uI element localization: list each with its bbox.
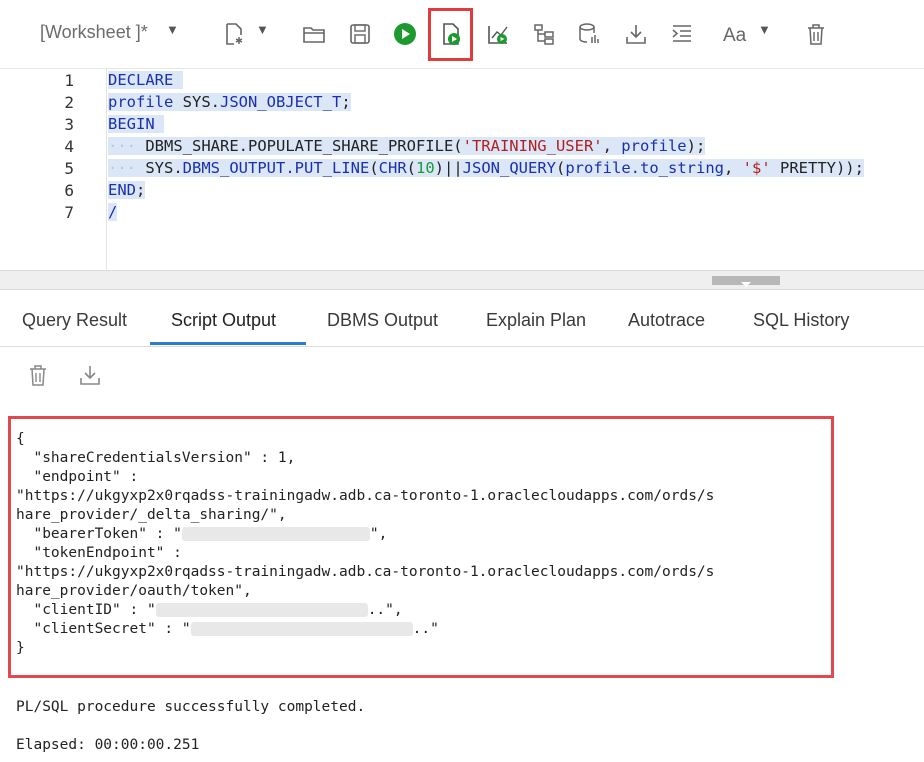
open-folder-icon[interactable] bbox=[300, 20, 328, 48]
splitter-handle[interactable] bbox=[712, 276, 780, 287]
line-number: 2 bbox=[64, 93, 74, 112]
json-line: "shareCredentialsVersion" : 1, bbox=[16, 450, 296, 466]
line-number: 7 bbox=[64, 203, 74, 222]
font-case-icon[interactable]: Aa bbox=[720, 20, 754, 48]
line-number: 6 bbox=[64, 181, 74, 200]
worksheet-selector[interactable]: [Worksheet ]* bbox=[40, 22, 148, 43]
json-line: "tokenEndpoint" : bbox=[16, 545, 182, 561]
tab-script-output[interactable]: Script Output bbox=[171, 310, 276, 331]
clear-output-icon[interactable] bbox=[24, 361, 52, 389]
download-output-icon[interactable] bbox=[76, 361, 104, 389]
run-statement-icon[interactable] bbox=[391, 20, 419, 48]
tab-autotrace[interactable]: Autotrace bbox=[628, 310, 705, 331]
completion-message: PL/SQL procedure successfully completed. bbox=[16, 699, 366, 715]
json-line-client-id: "clientID" : " ..", bbox=[16, 602, 403, 618]
output-toolbar bbox=[0, 347, 924, 403]
code-line-3: BEGIN bbox=[108, 113, 165, 135]
new-file-icon[interactable] bbox=[220, 20, 248, 48]
tab-explain-plan[interactable]: Explain Plan bbox=[486, 310, 586, 331]
line-number: 5 bbox=[64, 159, 74, 178]
panel-splitter[interactable] bbox=[0, 270, 924, 290]
json-line: } bbox=[16, 640, 25, 656]
chevron-down-icon[interactable]: ▼ bbox=[166, 22, 179, 37]
toolbar: [Worksheet ]* ▼ ▼ Aa ▼ bbox=[0, 0, 924, 68]
download-icon[interactable] bbox=[622, 20, 650, 48]
redacted-value bbox=[181, 527, 370, 541]
json-line-client-secret: "clientSecret" : " .." bbox=[16, 621, 439, 637]
json-line: "https://ukgyxp2x0rqadss-trainingadw.adb… bbox=[16, 488, 715, 504]
trash-icon[interactable] bbox=[802, 20, 830, 48]
output-tabs: Query Result Script Output DBMS Output E… bbox=[0, 300, 924, 347]
redacted-value bbox=[155, 603, 368, 617]
code-line-1: DECLARE bbox=[108, 69, 183, 91]
run-script-highlight bbox=[428, 8, 473, 61]
sql-history-icon[interactable] bbox=[575, 20, 603, 48]
line-number: 1 bbox=[64, 71, 74, 90]
tab-sql-history[interactable]: SQL History bbox=[753, 310, 849, 331]
elapsed-time: Elapsed: 00:00:00.251 bbox=[16, 737, 200, 753]
json-line-bearer-token: "bearerToken" : " ", bbox=[16, 526, 388, 542]
autotrace-icon[interactable] bbox=[530, 20, 558, 48]
tab-query-result[interactable]: Query Result bbox=[22, 310, 127, 331]
code-line-4: ··· DBMS_SHARE.POPULATE_SHARE_PROFILE('T… bbox=[108, 137, 706, 155]
active-tab-indicator bbox=[150, 342, 306, 345]
svg-text:Aa: Aa bbox=[723, 25, 747, 46]
code-line-5: ··· SYS.DBMS_OUTPUT.PUT_LINE(CHR(10)||JS… bbox=[108, 159, 864, 177]
line-number: 4 bbox=[64, 137, 74, 156]
line-number: 3 bbox=[64, 115, 74, 134]
sql-editor[interactable]: 1 2 3 4 5 6 7 DECLARE profile SYS.JSON_O… bbox=[0, 68, 924, 271]
line-number-gutter: 1 2 3 4 5 6 7 bbox=[0, 69, 107, 271]
json-line: "endpoint" : bbox=[16, 469, 139, 485]
explain-plan-icon[interactable] bbox=[484, 20, 512, 48]
save-icon[interactable] bbox=[346, 20, 374, 48]
code-line-2: profile SYS.JSON_OBJECT_T; bbox=[108, 93, 351, 111]
json-line: hare_provider/_delta_sharing/", bbox=[16, 507, 287, 523]
code-line-7: / bbox=[108, 203, 118, 221]
script-output-panel: { "shareCredentialsVersion" : 1, "endpoi… bbox=[0, 403, 924, 762]
json-line: hare_provider/oauth/token", bbox=[16, 583, 252, 599]
format-icon[interactable] bbox=[668, 20, 696, 48]
json-line: { bbox=[16, 431, 25, 447]
tab-dbms-output[interactable]: DBMS Output bbox=[327, 310, 438, 331]
json-line: "https://ukgyxp2x0rqadss-trainingadw.adb… bbox=[16, 564, 715, 580]
chevron-down-icon[interactable]: ▼ bbox=[758, 22, 771, 37]
code-line-6: END; bbox=[108, 181, 146, 199]
redacted-value bbox=[190, 622, 413, 636]
chevron-down-icon[interactable]: ▼ bbox=[256, 22, 269, 37]
